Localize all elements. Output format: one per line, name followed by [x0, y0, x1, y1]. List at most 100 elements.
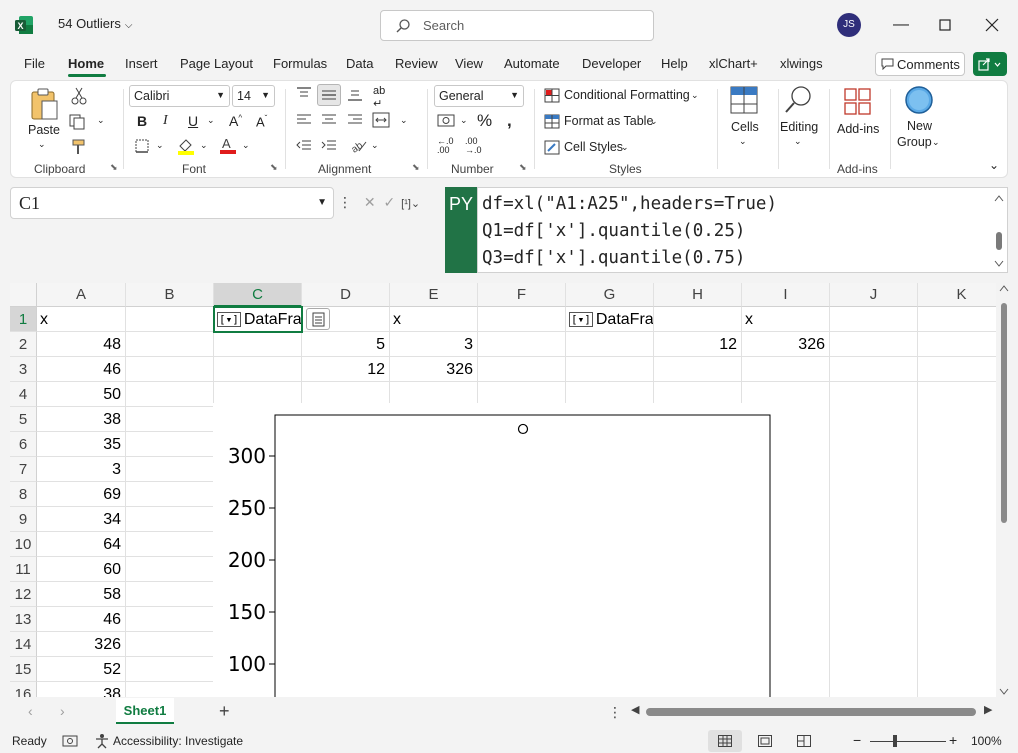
minimize-button[interactable]: —	[888, 12, 914, 38]
decrease-indent-icon[interactable]	[296, 139, 312, 153]
cell-a1[interactable]: x	[37, 307, 125, 332]
cell-styles-button[interactable]: Cell Styles	[564, 140, 623, 154]
font-color-chevron-icon[interactable]: ⌄	[242, 140, 250, 151]
macro-recording-icon[interactable]	[62, 734, 78, 748]
wrap-text-icon[interactable]: ab ↵	[373, 85, 385, 110]
tab-home[interactable]: Home	[68, 56, 104, 71]
avatar[interactable]: JS	[837, 13, 861, 37]
row-header[interactable]: 1	[10, 307, 37, 332]
row-header[interactable]: 11	[10, 557, 37, 582]
editing-button[interactable]: Editing	[780, 120, 818, 134]
row-header[interactable]: 8	[10, 482, 37, 507]
fill-color-icon[interactable]	[177, 137, 195, 155]
enter-icon[interactable]: ✓	[384, 194, 396, 210]
paste-button[interactable]: Paste	[28, 123, 60, 137]
cell-a3[interactable]: 46	[37, 357, 125, 382]
zoom-slider[interactable]	[870, 741, 946, 742]
cell-e1[interactable]: x	[390, 307, 477, 332]
scroll-tabs-right-icon[interactable]: ›	[60, 703, 65, 719]
row-header[interactable]: 13	[10, 607, 37, 632]
sheet-tab-sheet1[interactable]: Sheet1	[116, 698, 174, 724]
tab-formulas[interactable]: Formulas	[273, 56, 327, 71]
cell-g1[interactable]: [▾] DataFra	[566, 307, 653, 332]
cells-button[interactable]: Cells	[731, 120, 759, 134]
chevron-down-icon[interactable]: ⌄	[691, 90, 699, 101]
tab-page-layout[interactable]: Page Layout	[180, 56, 253, 71]
row-header[interactable]: 16	[10, 682, 37, 697]
bold-button[interactable]: B	[137, 113, 147, 129]
cell-a8[interactable]: 69	[37, 482, 125, 507]
zoom-level[interactable]: 100%	[971, 734, 1002, 748]
formula-scrollbar[interactable]	[993, 194, 1005, 268]
format-as-table-button[interactable]: Format as Table	[564, 114, 653, 128]
format-as-table-icon[interactable]	[544, 114, 560, 129]
scroll-right-icon[interactable]: ▶	[984, 703, 992, 716]
align-center-icon[interactable]	[321, 113, 337, 127]
accessibility-status[interactable]: Accessibility: Investigate	[113, 734, 243, 748]
add-sheet-button[interactable]: +	[219, 701, 230, 722]
cell-a9[interactable]: 34	[37, 507, 125, 532]
row-header[interactable]: 15	[10, 657, 37, 682]
column-header-g[interactable]: G	[566, 283, 654, 307]
row-header[interactable]: 10	[10, 532, 37, 557]
cell-styles-icon[interactable]	[544, 140, 560, 155]
cut-icon[interactable]	[71, 87, 87, 105]
normal-view-button[interactable]	[708, 730, 742, 752]
add-ins-icon[interactable]	[843, 87, 873, 117]
comments-button[interactable]: Comments	[875, 52, 965, 76]
page-layout-view-icon[interactable]	[758, 735, 772, 747]
decrease-decimal-icon[interactable]: .00 →.0	[465, 137, 482, 155]
tab-insert[interactable]: Insert	[125, 56, 158, 71]
cell-i2[interactable]: 326	[742, 332, 829, 357]
zoom-in-button[interactable]: +	[949, 732, 957, 748]
page-break-view-icon[interactable]	[797, 735, 811, 747]
row-header[interactable]: 5	[10, 407, 37, 432]
increase-font-icon[interactable]: A^	[229, 113, 242, 129]
cell-a6[interactable]: 35	[37, 432, 125, 457]
alignment-launcher-icon[interactable]: ⬊	[412, 162, 420, 173]
scroll-tabs-left-icon[interactable]: ‹	[28, 703, 33, 719]
decrease-font-icon[interactable]: Aˇ	[256, 114, 267, 129]
align-left-icon[interactable]	[296, 113, 312, 127]
formula-input[interactable]: df=xl("A1:A25",headers=True) Q1=df['x'].…	[477, 187, 1008, 273]
cell-i1[interactable]: x	[742, 307, 829, 332]
close-button[interactable]	[979, 12, 1005, 38]
cell-d2[interactable]: 5	[302, 332, 389, 357]
ribbon-collapse-chevron-icon[interactable]: ⌄	[989, 158, 999, 172]
zoom-out-button[interactable]: −	[853, 732, 861, 748]
new-group-line2[interactable]: Group	[897, 135, 932, 149]
cell-a11[interactable]: 60	[37, 557, 125, 582]
tab-help[interactable]: Help	[661, 56, 688, 71]
column-header-d[interactable]: D	[302, 283, 390, 307]
row-header[interactable]: 2	[10, 332, 37, 357]
borders-icon[interactable]	[135, 139, 149, 153]
row-header[interactable]: 12	[10, 582, 37, 607]
format-painter-icon[interactable]	[71, 139, 87, 155]
column-header-e[interactable]: E	[390, 283, 478, 307]
merge-chevron-icon[interactable]: ⌄	[400, 115, 408, 126]
vertical-scrollbar[interactable]	[998, 283, 1010, 697]
cell-h2[interactable]: 12	[654, 332, 741, 357]
editing-search-icon[interactable]	[783, 85, 813, 115]
add-ins-button[interactable]: Add-ins	[837, 122, 879, 136]
new-group-line1[interactable]: New	[907, 119, 932, 133]
cell-e3[interactable]: 326	[390, 357, 477, 382]
align-middle-button[interactable]	[317, 84, 341, 106]
align-top-icon[interactable]	[296, 86, 312, 100]
paste-icon[interactable]	[29, 87, 59, 121]
font-size-dropdown[interactable]: 14 ▼	[232, 85, 275, 107]
tab-automate[interactable]: Automate	[504, 56, 560, 71]
cell-a12[interactable]: 58	[37, 582, 125, 607]
zoom-slider-thumb[interactable]	[893, 735, 897, 747]
tab-file[interactable]: File	[24, 56, 45, 71]
tab-view[interactable]: View	[455, 56, 483, 71]
tab-developer[interactable]: Developer	[582, 56, 641, 71]
search-input[interactable]: Search	[380, 10, 654, 41]
underline-chevron-icon[interactable]: ⌄	[207, 115, 215, 126]
editing-chevron-icon[interactable]: ⌄	[794, 136, 802, 147]
increase-decimal-icon[interactable]: ←.0.00	[437, 137, 454, 155]
conditional-formatting-icon[interactable]	[544, 88, 560, 103]
cell-d3[interactable]: 12	[302, 357, 389, 382]
cell-a10[interactable]: 64	[37, 532, 125, 557]
tab-xlchart[interactable]: xlChart+	[709, 56, 758, 71]
